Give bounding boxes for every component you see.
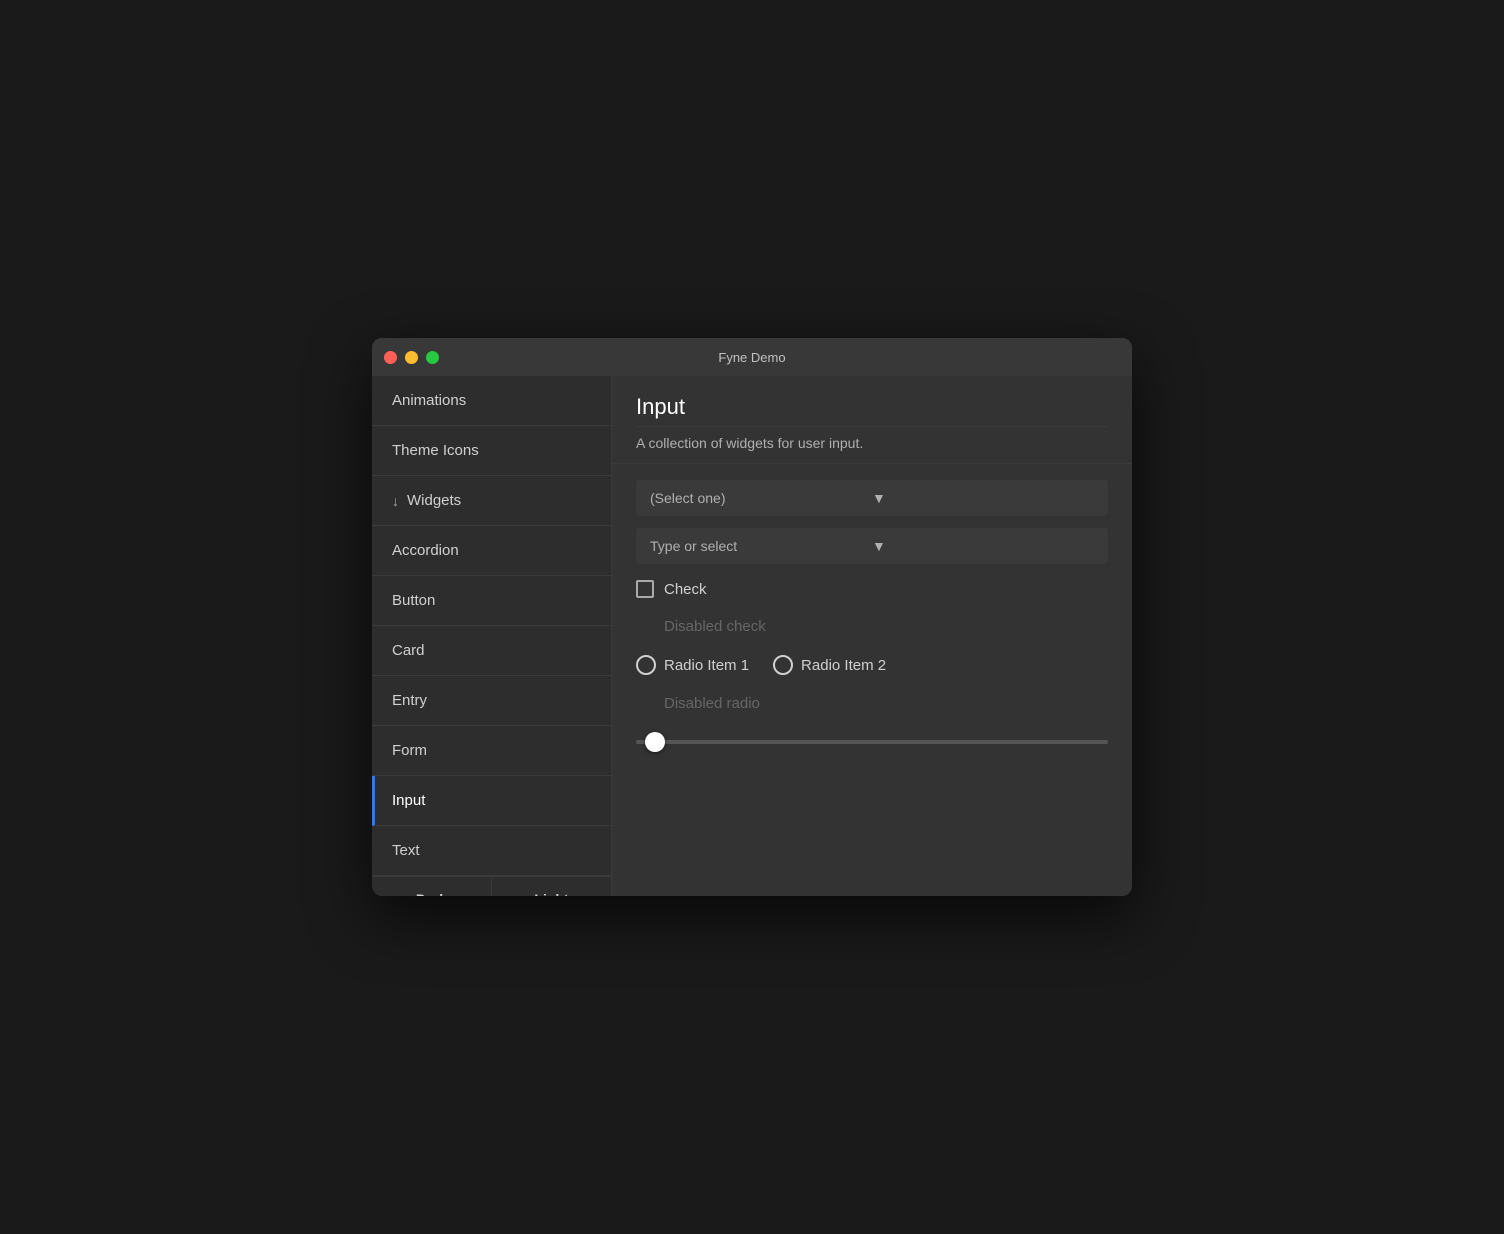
close-button[interactable] bbox=[384, 351, 397, 364]
theme-switcher: Dark Light bbox=[372, 876, 611, 896]
sidebar: Animations Theme Icons ↓ Widgets Accordi… bbox=[372, 376, 612, 896]
dark-theme-button[interactable]: Dark bbox=[372, 877, 492, 896]
content-body: (Select one) ▼ Type or select ▼ Check Di… bbox=[612, 464, 1132, 764]
radio-circle-2 bbox=[773, 655, 793, 675]
type-or-select-placeholder: Type or select bbox=[650, 538, 872, 554]
select-one-placeholder: (Select one) bbox=[650, 490, 872, 506]
app-window: Fyne Demo Animations Theme Icons ↓ Widge… bbox=[372, 338, 1132, 896]
disabled-radio-row: Disabled radio bbox=[636, 691, 1108, 716]
light-theme-button[interactable]: Light bbox=[492, 877, 611, 896]
sidebar-item-accordion[interactable]: Accordion bbox=[372, 526, 611, 576]
slider-container[interactable] bbox=[636, 728, 1108, 748]
radio-label-2: Radio Item 2 bbox=[801, 657, 886, 674]
sidebar-item-widgets-label: Widgets bbox=[407, 492, 461, 509]
type-or-select-dropdown[interactable]: Type or select ▼ bbox=[636, 528, 1108, 564]
sidebar-item-accordion-label: Accordion bbox=[392, 542, 459, 559]
sidebar-item-form[interactable]: Form bbox=[372, 726, 611, 776]
header-divider bbox=[636, 426, 1108, 427]
radio-row: Radio Item 1 Radio Item 2 bbox=[636, 651, 1108, 679]
check-label: Check bbox=[664, 581, 707, 598]
sidebar-item-text-label: Text bbox=[392, 842, 420, 859]
window-title: Fyne Demo bbox=[718, 350, 785, 365]
maximize-button[interactable] bbox=[426, 351, 439, 364]
slider-thumb[interactable] bbox=[645, 732, 665, 752]
sidebar-item-widgets[interactable]: ↓ Widgets bbox=[372, 476, 611, 526]
sidebar-item-button[interactable]: Button bbox=[372, 576, 611, 626]
page-title: Input bbox=[636, 394, 1108, 420]
check-checkbox[interactable] bbox=[636, 580, 654, 598]
sidebar-item-animations-label: Animations bbox=[392, 392, 466, 409]
sidebar-item-theme-icons[interactable]: Theme Icons bbox=[372, 426, 611, 476]
sidebar-item-input-label: Input bbox=[392, 792, 425, 809]
sidebar-item-form-label: Form bbox=[392, 742, 427, 759]
titlebar: Fyne Demo bbox=[372, 338, 1132, 376]
sidebar-item-button-label: Button bbox=[392, 592, 435, 609]
type-or-select-arrow-icon: ▼ bbox=[872, 538, 1094, 554]
check-row[interactable]: Check bbox=[636, 576, 1108, 602]
traffic-lights bbox=[384, 351, 439, 364]
sidebar-item-entry-label: Entry bbox=[392, 692, 427, 709]
content-header: Input A collection of widgets for user i… bbox=[612, 376, 1132, 464]
disabled-check-row: Disabled check bbox=[636, 614, 1108, 639]
page-description: A collection of widgets for user input. bbox=[636, 435, 1108, 451]
sidebar-item-entry[interactable]: Entry bbox=[372, 676, 611, 726]
slider-track bbox=[636, 740, 1108, 744]
sidebar-item-theme-icons-label: Theme Icons bbox=[392, 442, 479, 459]
disabled-check-label: Disabled check bbox=[636, 618, 766, 635]
radio-label-1: Radio Item 1 bbox=[664, 657, 749, 674]
window-body: Animations Theme Icons ↓ Widgets Accordi… bbox=[372, 376, 1132, 896]
sidebar-item-input[interactable]: Input bbox=[372, 776, 611, 826]
select-one-arrow-icon: ▼ bbox=[872, 490, 1094, 506]
select-one-dropdown[interactable]: (Select one) ▼ bbox=[636, 480, 1108, 516]
main-content: Input A collection of widgets for user i… bbox=[612, 376, 1132, 896]
sidebar-item-text[interactable]: Text bbox=[372, 826, 611, 876]
sidebar-item-card[interactable]: Card bbox=[372, 626, 611, 676]
radio-circle-1 bbox=[636, 655, 656, 675]
radio-item-2[interactable]: Radio Item 2 bbox=[773, 655, 886, 675]
minimize-button[interactable] bbox=[405, 351, 418, 364]
widgets-arrow-icon: ↓ bbox=[392, 493, 399, 509]
radio-item-1[interactable]: Radio Item 1 bbox=[636, 655, 749, 675]
sidebar-item-card-label: Card bbox=[392, 642, 425, 659]
disabled-radio-label: Disabled radio bbox=[636, 695, 760, 712]
sidebar-item-animations[interactable]: Animations bbox=[372, 376, 611, 426]
